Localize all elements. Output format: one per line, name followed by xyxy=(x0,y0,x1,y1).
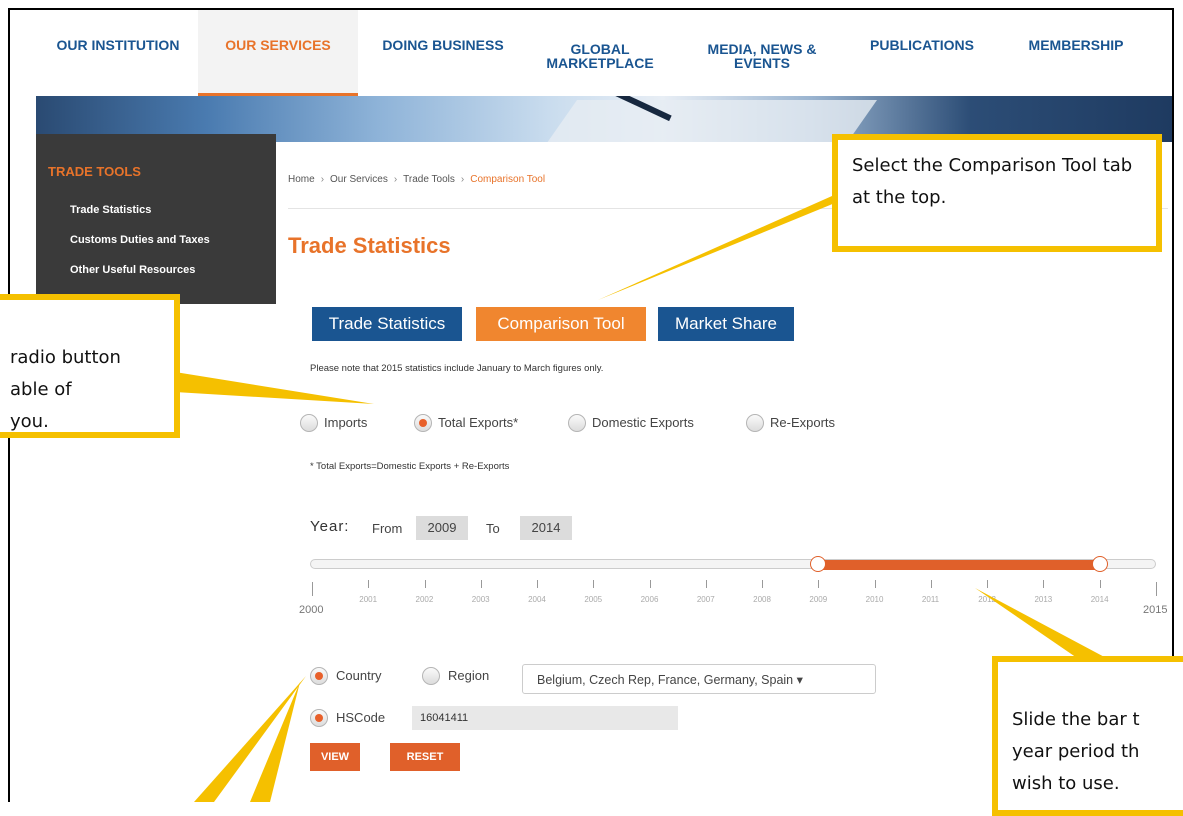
pointer-to-country-radio-a xyxy=(194,676,306,802)
callout-select-tab-text: Select the Comparison Tool tab at the to… xyxy=(852,155,1133,208)
callout-radio-text: radio button able of you. xyxy=(10,347,121,432)
callout-slide-bar: Slide the bar t year period th wish to u… xyxy=(992,656,1183,816)
callout-select-tab: Select the Comparison Tool tab at the to… xyxy=(832,134,1162,252)
callout-radio-button: radio button able of you. xyxy=(0,294,180,438)
pointer-to-radio-buttons xyxy=(175,372,374,404)
pointer-to-year-slider xyxy=(975,588,1110,660)
pointer-to-comparison-tab xyxy=(598,196,852,300)
callout-slide-text: Slide the bar t year period th wish to u… xyxy=(1012,709,1140,794)
